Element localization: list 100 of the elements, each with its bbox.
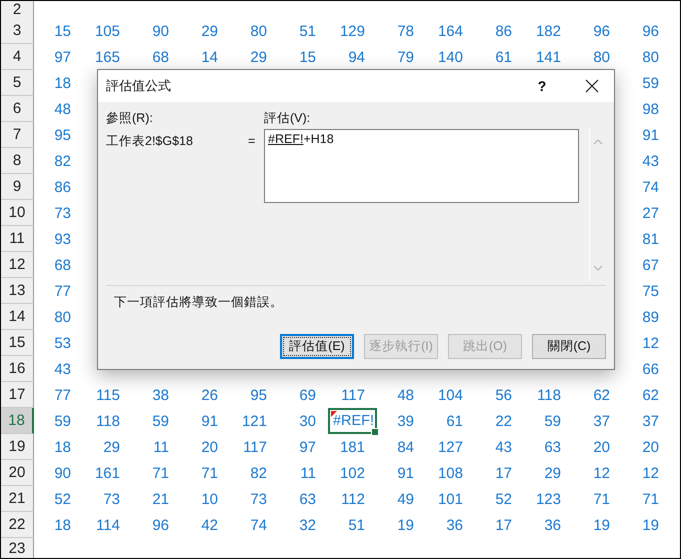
table-cell-text: 51 [298,22,317,42]
table-cell-text: 29 [543,464,562,484]
table-cell-text: 89 [641,308,660,328]
table-cell-text: 48 [53,100,72,120]
table-cell-text: 112 [340,490,366,510]
row-header[interactable]: 12 [1,252,34,278]
row-header[interactable]: 4 [1,44,34,70]
row-header[interactable]: 13 [1,278,34,304]
evaluation-field[interactable]: #REF!+H18 [264,129,579,203]
table-cell-text: 36 [543,516,562,536]
dialog-button[interactable]: 關閉(C) [532,334,606,359]
row-header[interactable]: 11 [1,226,34,252]
dialog-button[interactable]: 評估值(E) [280,334,354,359]
table-cell-text: 67 [641,256,660,276]
scroll-down-icon[interactable] [592,265,602,271]
table-cell-text: 52 [494,490,513,510]
table-cell-text: 61 [494,48,513,68]
table-cell-text: 18 [53,438,72,458]
row-header[interactable]: 21 [1,486,34,512]
table-cell-text: 10 [200,490,219,510]
table-cell: #REF! [328,408,377,434]
table-cell-text: 114 [95,516,121,536]
table-cell-text: 96 [641,22,660,42]
table-cell-text: 12 [641,334,660,354]
row-header[interactable]: 17 [1,382,34,408]
row-header[interactable]: 22 [1,512,34,538]
table-cell-text: 95 [249,386,268,406]
table-cell-text: 71 [151,464,170,484]
table-cell-text: 84 [396,438,415,458]
table-cell-text: 82 [53,152,72,172]
table-cell-text: 19 [396,516,415,536]
table-cell-text: 91 [396,464,415,484]
table-cell-text: 86 [494,22,513,42]
table-cell-text: 90 [53,464,72,484]
table-cell-text: 127 [436,438,464,458]
table-cell-text: 15 [298,48,317,68]
row-header[interactable]: 14 [1,304,34,330]
table-cell-text: 11 [152,438,170,458]
dialog-title: 評估值公式 [106,77,172,95]
table-cell-text: 91 [200,412,219,432]
table-cell-text: 71 [641,490,660,510]
row-header[interactable]: 19 [1,434,34,460]
row-header[interactable]: 2 [1,1,34,19]
table-cell-text: 14 [200,48,219,68]
table-cell-text: 62 [641,386,660,406]
row-header[interactable]: 10 [1,200,34,226]
table-cell-text: 96 [592,22,611,42]
table-cell-text: 29 [200,22,219,42]
table-cell-text: 93 [53,230,72,250]
table-cell-text: 39 [396,412,415,432]
table-cell-text: 63 [543,438,562,458]
table-cell-text: 20 [200,438,219,458]
table-cell-text: 30 [298,412,317,432]
scroll-up-icon[interactable] [592,139,602,145]
table-cell-text: 53 [53,334,72,354]
table-cell-text: 82 [249,464,268,484]
table-cell-text: 11 [299,464,317,484]
table-cell-text: 86 [53,178,72,198]
table-cell-text: 101 [436,490,464,510]
table-cell-text: 123 [534,490,562,510]
table-cell-text: 98 [641,100,660,120]
table-cell-text: 73 [249,490,268,510]
table-cell-text: 71 [200,464,219,484]
table-cell-text: 129 [338,22,366,42]
table-cell-text: 95 [53,126,72,146]
row-header[interactable]: 9 [1,174,34,200]
table-cell-text: 27 [641,204,660,224]
scroll-bar[interactable] [589,129,605,281]
row-header[interactable]: 5 [1,70,34,96]
table-cell-text: 62 [592,386,611,406]
table-cell-text: 49 [396,490,415,510]
row-header[interactable]: 18 [1,408,34,434]
table-cell-text: 12 [592,464,611,484]
row-header[interactable]: 6 [1,96,34,122]
table-cell-text: 121 [240,412,268,432]
row-header[interactable]: 3 [1,18,34,44]
row-header[interactable]: 15 [1,330,34,356]
row-header[interactable]: 20 [1,460,34,486]
table-cell-text: 17 [494,464,513,484]
table-cell-text: 141 [534,48,562,68]
table-cell-text: 118 [536,386,562,406]
table-cell-text: 97 [53,48,72,68]
row-header[interactable]: 16 [1,356,34,382]
table-cell-text: 42 [200,516,219,536]
help-button[interactable]: ? [520,71,564,101]
row-header[interactable]: 7 [1,122,34,148]
table-cell-text: 56 [494,386,513,406]
table-cell-text: 29 [249,48,268,68]
table-cell-text: 181 [338,438,366,458]
table-cell-text: 80 [249,22,268,42]
table-cell-text: 51 [347,516,366,536]
table-cell-text: 59 [151,412,170,432]
table-cell-text: 77 [53,386,72,406]
row-header[interactable]: 23 [1,538,34,558]
table-cell-text: 74 [249,516,268,536]
table-cell-text: 105 [94,22,121,42]
table-cell-text: 12 [641,464,660,484]
table-cell-text: 61 [445,412,464,432]
row-header[interactable]: 8 [1,148,34,174]
reference-label: 參照(R): [106,110,154,127]
